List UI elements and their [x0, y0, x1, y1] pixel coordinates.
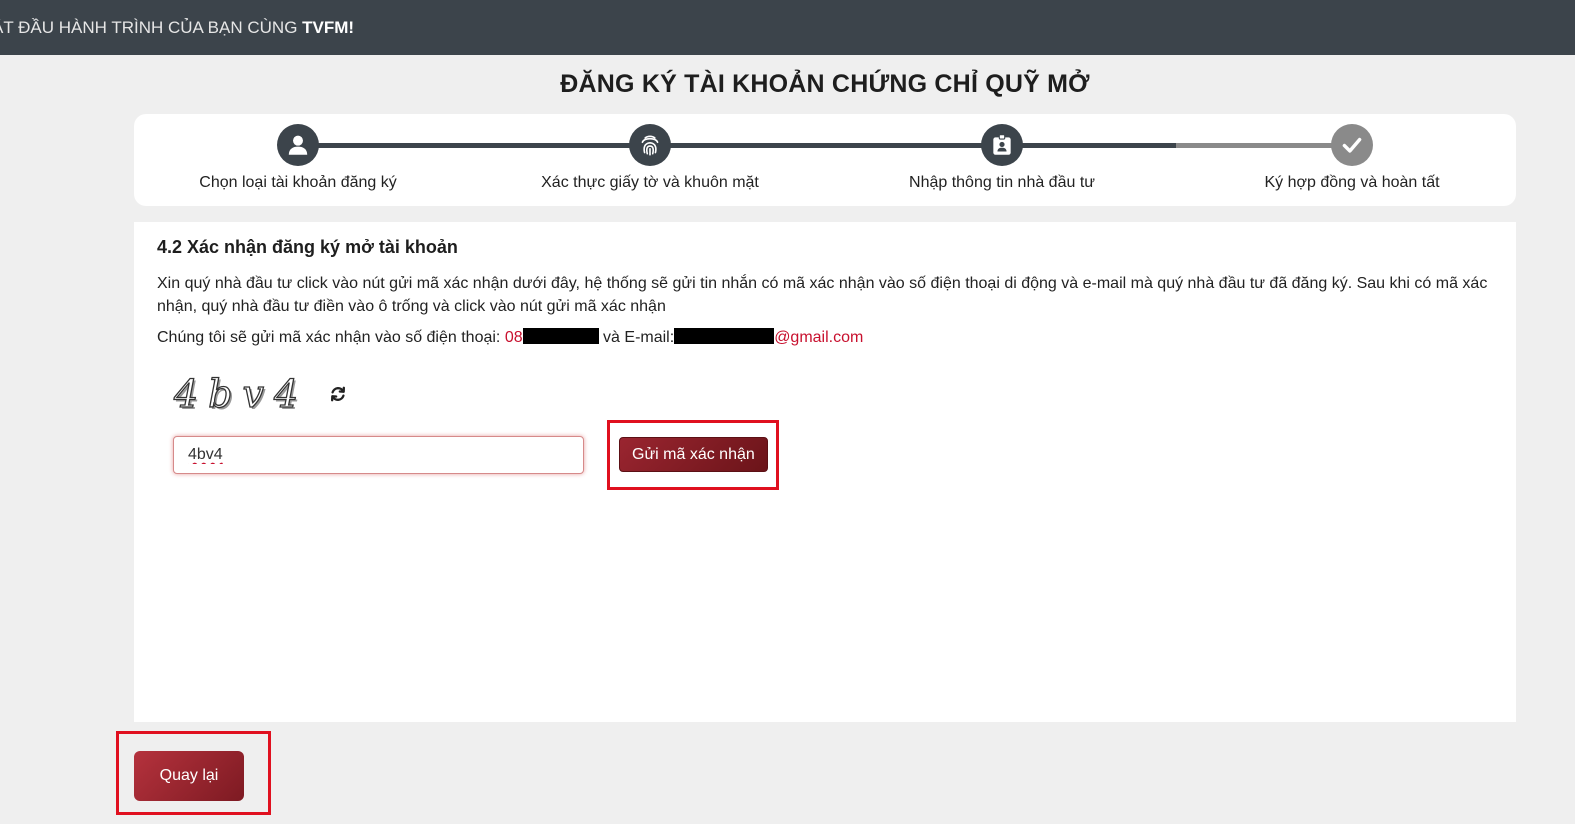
step-3-label: Nhập thông tin nhà đầu tư — [909, 174, 1095, 191]
captcha-image: 4bv4 — [173, 371, 309, 416]
page-title: ĐĂNG KÝ TÀI KHOẢN CHỨNG CHỈ QUỸ MỞ — [560, 70, 1090, 98]
verification-panel: 4.2 Xác nhận đăng ký mở tài khoản Xin qu… — [134, 222, 1516, 722]
fingerprint-icon — [629, 124, 671, 166]
step-4-label: Ký hợp đồng và hoàn tất — [1264, 174, 1440, 191]
step-3: Nhập thông tin nhà đầu tư — [852, 124, 1152, 192]
refresh-icon[interactable] — [326, 382, 350, 406]
step-1: Chọn loại tài khoản đăng ký — [148, 124, 448, 192]
step-1-label: Chọn loại tài khoản đăng ký — [199, 174, 397, 191]
section-title: 4.2 Xác nhận đăng ký mở tài khoản — [157, 237, 458, 257]
email-label: và E-mail: — [598, 329, 675, 346]
back-button[interactable]: Quay lại — [134, 751, 244, 801]
step-2-label: Xác thực giấy tờ và khuôn mặt — [541, 174, 759, 191]
send-info-prefix: Chúng tôi sẽ gửi mã xác nhận vào số điện… — [157, 329, 505, 346]
phone-redaction — [522, 328, 599, 344]
captcha: 4bv4 — [173, 371, 350, 417]
email-redaction — [674, 328, 775, 344]
banner-text: ẮT ĐẦU HÀNH TRÌNH CỦA BẠN CÙNG TVFM! — [0, 0, 354, 55]
banner-prefix: ẮT ĐẦU HÀNH TRÌNH CỦA BẠN CÙNG — [0, 18, 303, 37]
phone-number: 08 — [504, 329, 523, 346]
user-icon — [277, 124, 319, 166]
top-banner: ẮT ĐẦU HÀNH TRÌNH CỦA BẠN CÙNG TVFM! — [0, 0, 1575, 55]
banner-brand: TVFM! — [302, 18, 355, 37]
send-info: Chúng tôi sẽ gửi mã xác nhận vào số điện… — [157, 328, 863, 347]
captcha-input[interactable] — [173, 436, 584, 474]
progress-stepper: Chọn loại tài khoản đăng ký Xác thực giấ… — [134, 114, 1516, 206]
check-icon — [1331, 124, 1373, 166]
step-2: Xác thực giấy tờ và khuôn mặt — [500, 124, 800, 192]
instructions-text: Xin quý nhà đầu tư click vào nút gửi mã … — [157, 275, 1488, 315]
highlight-send-button — [607, 420, 779, 490]
step-4: Ký hợp đồng và hoàn tất — [1202, 124, 1502, 192]
id-badge-icon — [981, 124, 1023, 166]
email-domain: @gmail.com — [774, 329, 864, 346]
